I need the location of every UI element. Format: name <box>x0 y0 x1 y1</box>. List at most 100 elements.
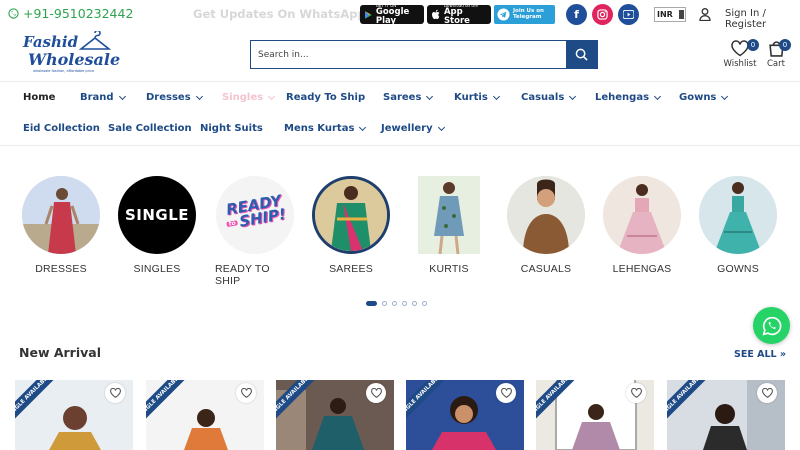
heart-icon <box>630 388 642 398</box>
category-casuals[interactable]: CASUALS <box>506 176 586 275</box>
youtube-icon[interactable] <box>618 4 639 25</box>
product-card[interactable]: SINGLE AVAILABLE <box>667 380 785 450</box>
nav-kurtis-label: Kurtis <box>454 92 488 103</box>
apple-icon <box>432 9 440 20</box>
nav-dresses[interactable]: Dresses <box>146 92 203 103</box>
category-dresses[interactable]: DRESSES <box>21 176 101 275</box>
wishlist-heart-button[interactable] <box>366 383 386 403</box>
heart-icon <box>240 388 252 398</box>
chevron-down-icon <box>654 92 662 100</box>
nav-gowns-label: Gowns <box>679 92 717 103</box>
chevron-down-icon <box>492 92 500 100</box>
wishlist-heart-button[interactable] <box>105 383 125 403</box>
telegram-line2: Telegram <box>513 13 542 20</box>
user-icon[interactable] <box>699 8 711 21</box>
telegram-button[interactable]: Join Us on Telegram <box>494 5 555 24</box>
chevron-down-icon <box>721 92 729 100</box>
see-all-link[interactable]: SEE ALL » <box>734 349 786 360</box>
nav-jewellery[interactable]: Jewellery <box>381 123 445 134</box>
phone-number[interactable]: +91-9510232442 <box>8 6 133 21</box>
search-bar <box>250 40 598 69</box>
carousel-dot[interactable] <box>402 301 407 306</box>
nav-brand[interactable]: Brand <box>80 92 126 103</box>
wishlist-heart-button[interactable] <box>626 383 646 403</box>
cart-label: Cart <box>767 59 785 69</box>
nav-casuals[interactable]: Casuals <box>521 92 577 103</box>
whatsapp-updates-text: Get Updates On WhatsApp <box>193 7 366 21</box>
logo-tagline: wholesale fashion, affordable price <box>33 69 95 73</box>
carousel-dot[interactable] <box>366 301 377 306</box>
nav-lehengas[interactable]: Lehengas <box>595 92 662 103</box>
whatsapp-icon <box>761 316 781 336</box>
category-lehengas[interactable]: LEHENGAS <box>602 176 682 275</box>
product-card[interactable]: SINGLE AVAILABLE <box>536 380 654 450</box>
category-image <box>507 176 585 254</box>
signin-register-link[interactable]: Sign In / Register <box>725 8 800 30</box>
currency-select[interactable]: INR <box>654 7 686 22</box>
category-image <box>410 176 488 254</box>
wishlist-button[interactable]: 0 Wishlist <box>720 39 760 72</box>
wishlist-heart-button[interactable] <box>236 383 256 403</box>
facebook-icon[interactable]: f <box>566 4 587 25</box>
logo[interactable]: Fashid Wholesale wholesale fashion, affo… <box>21 31 120 75</box>
nav-sarees[interactable]: Sarees <box>383 92 434 103</box>
product-card[interactable]: SINGLE AVAILABLE <box>276 380 394 450</box>
nav-singles[interactable]: Singles <box>222 92 276 103</box>
nav-lehengas-label: Lehengas <box>595 92 650 103</box>
category-gowns[interactable]: GOWNS <box>698 176 778 275</box>
telegram-icon <box>497 8 510 21</box>
singles-badge-text: SINGLE <box>124 206 190 224</box>
category-singles[interactable]: SINGLE SINGLES <box>117 176 197 275</box>
nav-eid-collection[interactable]: Eid Collection <box>23 123 100 134</box>
search-button[interactable] <box>566 41 597 68</box>
wishlist-heart-button[interactable] <box>496 383 516 403</box>
whatsapp-float-button[interactable] <box>753 307 790 344</box>
nav-home[interactable]: Home <box>23 92 55 103</box>
nav-ready-to-ship-label: Ready To Ship <box>286 92 366 103</box>
app-store-big: App Store <box>443 7 470 26</box>
nav-sale-label: Sale Collection <box>108 123 192 134</box>
nav-sale-collection[interactable]: Sale Collection <box>108 123 192 134</box>
chevron-down-icon <box>569 92 577 100</box>
chevron-down-icon <box>437 123 445 131</box>
heart-icon <box>370 388 382 398</box>
nav-kurtis[interactable]: Kurtis <box>454 92 500 103</box>
nav-mens-kurtas[interactable]: Mens Kurtas <box>284 123 367 134</box>
wishlist-heart-button[interactable] <box>757 383 777 403</box>
category-kurtis[interactable]: KURTIS <box>409 176 489 275</box>
currency-value: INR <box>657 10 673 19</box>
carousel-dot[interactable] <box>422 301 427 306</box>
nav-brand-label: Brand <box>80 92 114 103</box>
carousel-dot[interactable] <box>412 301 417 306</box>
carousel-dot[interactable] <box>392 301 397 306</box>
category-label: GOWNS <box>717 263 759 275</box>
nav-home-label: Home <box>23 92 56 103</box>
google-play-button[interactable]: GET IT ON Google Play <box>360 4 424 25</box>
search-icon <box>575 48 588 61</box>
nav-divider <box>0 145 800 146</box>
nav-night-suits-label: Night Suits <box>200 123 263 134</box>
category-ready-to-ship[interactable]: READY to SHIP! READY TO SHIP <box>215 176 295 287</box>
category-label: SINGLES <box>133 263 181 275</box>
category-image <box>22 176 100 254</box>
phone-text: +91-9510232442 <box>23 6 134 21</box>
nav-gowns[interactable]: Gowns <box>679 92 729 103</box>
nav-ready-to-ship[interactable]: Ready To Ship <box>286 92 365 103</box>
search-input[interactable] <box>251 41 566 68</box>
app-store-button[interactable]: Download on the App Store <box>427 4 491 26</box>
product-card[interactable]: SINGLE AVAILABLE <box>406 380 524 450</box>
nav-casuals-label: Casuals <box>521 92 565 103</box>
cart-button[interactable]: 0 Cart <box>756 39 796 72</box>
instagram-icon[interactable] <box>592 4 613 25</box>
carousel-dot[interactable] <box>382 301 387 306</box>
product-card[interactable]: SINGLE AVAILABLE <box>146 380 264 450</box>
chevron-down-icon <box>359 123 367 131</box>
category-sarees[interactable]: SAREES <box>311 176 391 275</box>
category-image: SINGLE <box>118 176 196 254</box>
category-image <box>699 176 777 254</box>
heart-icon <box>500 388 512 398</box>
whatsapp-updates-link[interactable]: Get Updates On WhatsApp ✆ <box>193 7 379 21</box>
product-card[interactable]: SINGLE AVAILABLE <box>15 380 133 450</box>
nav-night-suits[interactable]: Night Suits <box>200 123 263 134</box>
header-divider <box>0 81 800 82</box>
